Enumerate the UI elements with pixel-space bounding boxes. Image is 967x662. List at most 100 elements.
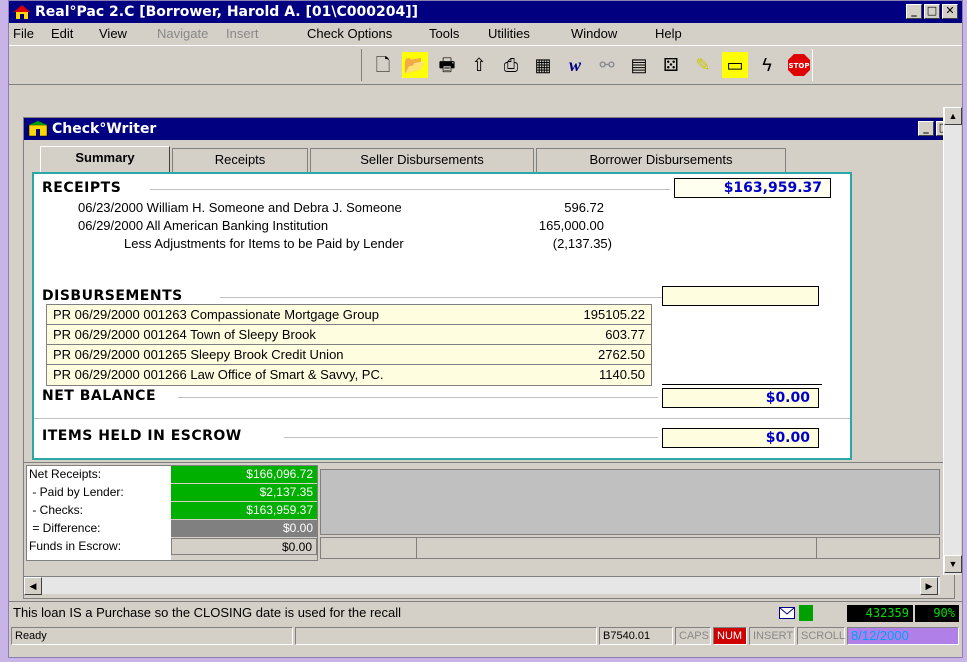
new-doc-icon[interactable]: 🗋 xyxy=(370,52,396,78)
menu-edit[interactable]: Edit xyxy=(51,26,73,41)
window-title: Real°Pac 2.C [Borrower, Harold A. [01\C0… xyxy=(35,4,418,20)
calendar-icon[interactable]: ▦ xyxy=(530,52,556,78)
disbursements-heading: DISBURSEMENTS xyxy=(42,288,183,304)
status-insert: INSERT xyxy=(749,627,795,645)
detail-pane xyxy=(320,469,940,535)
lightning-icon[interactable]: ϟ xyxy=(754,52,780,78)
disb-amount: 2762.50 xyxy=(598,347,645,362)
tab-receipts[interactable]: Receipts xyxy=(172,148,308,172)
status-bar: Ready B7540.01 CAPS NUM INSERT SCROLL 8/… xyxy=(9,625,962,647)
menu-tools[interactable]: Tools xyxy=(429,26,459,41)
card-icon[interactable]: ▭ xyxy=(722,52,748,78)
menu-file[interactable]: File xyxy=(13,26,34,41)
funds-escrow-row: Funds in Escrow: $0.00 xyxy=(27,538,317,556)
menu-insert[interactable]: Insert xyxy=(226,26,259,41)
scroll-up-button[interactable]: ▲ xyxy=(944,107,962,125)
difference-label: = Difference: xyxy=(29,521,101,535)
tab-borrower-disbursements[interactable]: Borrower Disbursements xyxy=(536,148,786,172)
menu-help[interactable]: Help xyxy=(655,26,682,41)
disb-text: PR 06/29/2000 001265 Sleepy Brook Credit… xyxy=(53,347,344,362)
funds-escrow-value: $0.00 xyxy=(171,538,317,555)
scroll-down-button[interactable]: ▼ xyxy=(944,555,962,573)
calculator-icon[interactable]: ▤ xyxy=(626,52,652,78)
difference-value: $0.00 xyxy=(171,520,317,537)
check-writer-icon xyxy=(28,121,48,137)
table-row[interactable]: PR 06/29/2000 001263 Compassionate Mortg… xyxy=(47,305,651,325)
notes-icon[interactable]: ✎ xyxy=(690,52,716,78)
status-date: 8/12/2000 xyxy=(847,627,959,645)
menu-navigate[interactable]: Navigate xyxy=(157,26,208,41)
net-balance-label: NET BALANCE xyxy=(42,388,157,404)
status-indicator xyxy=(799,605,813,621)
status-caps: CAPS xyxy=(675,627,711,645)
net-receipts-row: Net Receipts: $166,096.72 xyxy=(27,466,317,484)
status-ready: Ready xyxy=(11,627,293,645)
tab-summary[interactable]: Summary xyxy=(40,146,170,172)
receipt-line-amount: 596.72 xyxy=(564,200,604,215)
escrow-label: ITEMS HELD IN ESCROW xyxy=(42,428,242,444)
w-icon[interactable]: w xyxy=(562,52,588,78)
check-writer-window: Check°Writer _ □ Summary Receipts Seller… xyxy=(23,117,955,599)
menu-window[interactable]: Window xyxy=(571,26,617,41)
receipts-total: $163,959.37 xyxy=(674,178,831,198)
funds-escrow-label: Funds in Escrow: xyxy=(29,539,122,553)
up-arrow-icon[interactable]: ⇧ xyxy=(466,52,492,78)
disb-amount: 1140.50 xyxy=(598,367,645,382)
scanner-icon[interactable]: ⎙ xyxy=(498,52,524,78)
stop-label: STOP xyxy=(789,62,810,70)
child-hscroll[interactable]: ◀ ▶ xyxy=(24,576,940,595)
mail-icon[interactable] xyxy=(779,607,795,619)
net-balance-value: $0.00 xyxy=(662,388,819,408)
child-title-bar: Check°Writer _ □ xyxy=(24,118,954,140)
receipt-line-text: 06/23/2000 William H. Someone and Debra … xyxy=(78,200,402,215)
detail-footer xyxy=(320,537,940,559)
disbursements-table: PR 06/29/2000 001263 Compassionate Mortg… xyxy=(46,304,652,386)
recall-message: This loan IS a Purchase so the CLOSING d… xyxy=(13,605,402,620)
close-button[interactable]: ✕ xyxy=(942,4,958,19)
totals-area: Net Receipts: $166,096.72 - Paid by Lend… xyxy=(24,462,954,568)
disb-text: PR 06/29/2000 001264 Town of Sleepy Broo… xyxy=(53,327,316,342)
print-icon[interactable]: 🖶 xyxy=(434,52,460,78)
title-bar: Real°Pac 2.C [Borrower, Harold A. [01\C0… xyxy=(9,1,962,23)
net-receipts-label: Net Receipts: xyxy=(29,467,102,481)
checks-label: - Checks: xyxy=(29,503,84,517)
footer-cell xyxy=(417,538,817,558)
main-vscroll[interactable]: ▲ ▼ xyxy=(943,107,962,575)
divider xyxy=(34,418,850,419)
status-scroll: SCROLL xyxy=(797,627,845,645)
table-row[interactable]: PR 06/29/2000 001265 Sleepy Brook Credit… xyxy=(47,345,651,365)
paid-by-lender-value: $2,137.35 xyxy=(171,484,317,501)
child-minimize-button[interactable]: _ xyxy=(918,121,934,136)
open-folder-icon[interactable]: 📂 xyxy=(402,52,428,78)
app-window: Real°Pac 2.C [Borrower, Harold A. [01\C0… xyxy=(8,0,963,658)
tab-seller-disbursements[interactable]: Seller Disbursements xyxy=(310,148,534,172)
menu-check-options[interactable]: Check Options xyxy=(307,26,392,41)
menu-bar: File Edit View Navigate Insert Check Opt… xyxy=(9,23,962,45)
disbursements-total xyxy=(662,286,819,306)
status-empty xyxy=(295,627,597,645)
receipts-heading: RECEIPTS xyxy=(42,180,122,196)
scroll-left-button[interactable]: ◀ xyxy=(24,577,42,595)
child-title: Check°Writer xyxy=(52,121,157,137)
total-rule xyxy=(662,384,822,386)
disb-text: PR 06/29/2000 001266 Law Office of Smart… xyxy=(53,367,384,382)
divider xyxy=(150,189,670,190)
divider xyxy=(220,297,670,298)
menu-view[interactable]: View xyxy=(99,26,127,41)
menu-utilities[interactable]: Utilities xyxy=(488,26,530,41)
dice-icon[interactable]: ⚄ xyxy=(658,52,684,78)
minimize-button[interactable]: _ xyxy=(906,4,922,19)
checks-value: $163,959.37 xyxy=(171,502,317,519)
table-row[interactable]: PR 06/29/2000 001264 Town of Sleepy Broo… xyxy=(47,325,651,345)
table-row[interactable]: PR 06/29/2000 001266 Law Office of Smart… xyxy=(47,365,651,385)
summary-panel: RECEIPTS $163,959.37 06/23/2000 William … xyxy=(32,172,852,460)
network-icon[interactable]: ⚯ xyxy=(594,52,620,78)
toolbar: 🗋 📂 🖶 ⇧ ⎙ ▦ w ⚯ ▤ ⚄ ✎ ▭ ϟ STOP xyxy=(9,45,962,85)
receipt-adjustment-amount: (2,137.35) xyxy=(552,236,612,251)
maximize-button[interactable]: □ xyxy=(924,4,940,19)
status-code: B7540.01 xyxy=(599,627,673,645)
footer-cell xyxy=(321,538,417,558)
disb-text: PR 06/29/2000 001263 Compassionate Mortg… xyxy=(53,307,379,322)
stop-icon[interactable]: STOP xyxy=(786,52,812,78)
scroll-right-button[interactable]: ▶ xyxy=(920,577,938,595)
